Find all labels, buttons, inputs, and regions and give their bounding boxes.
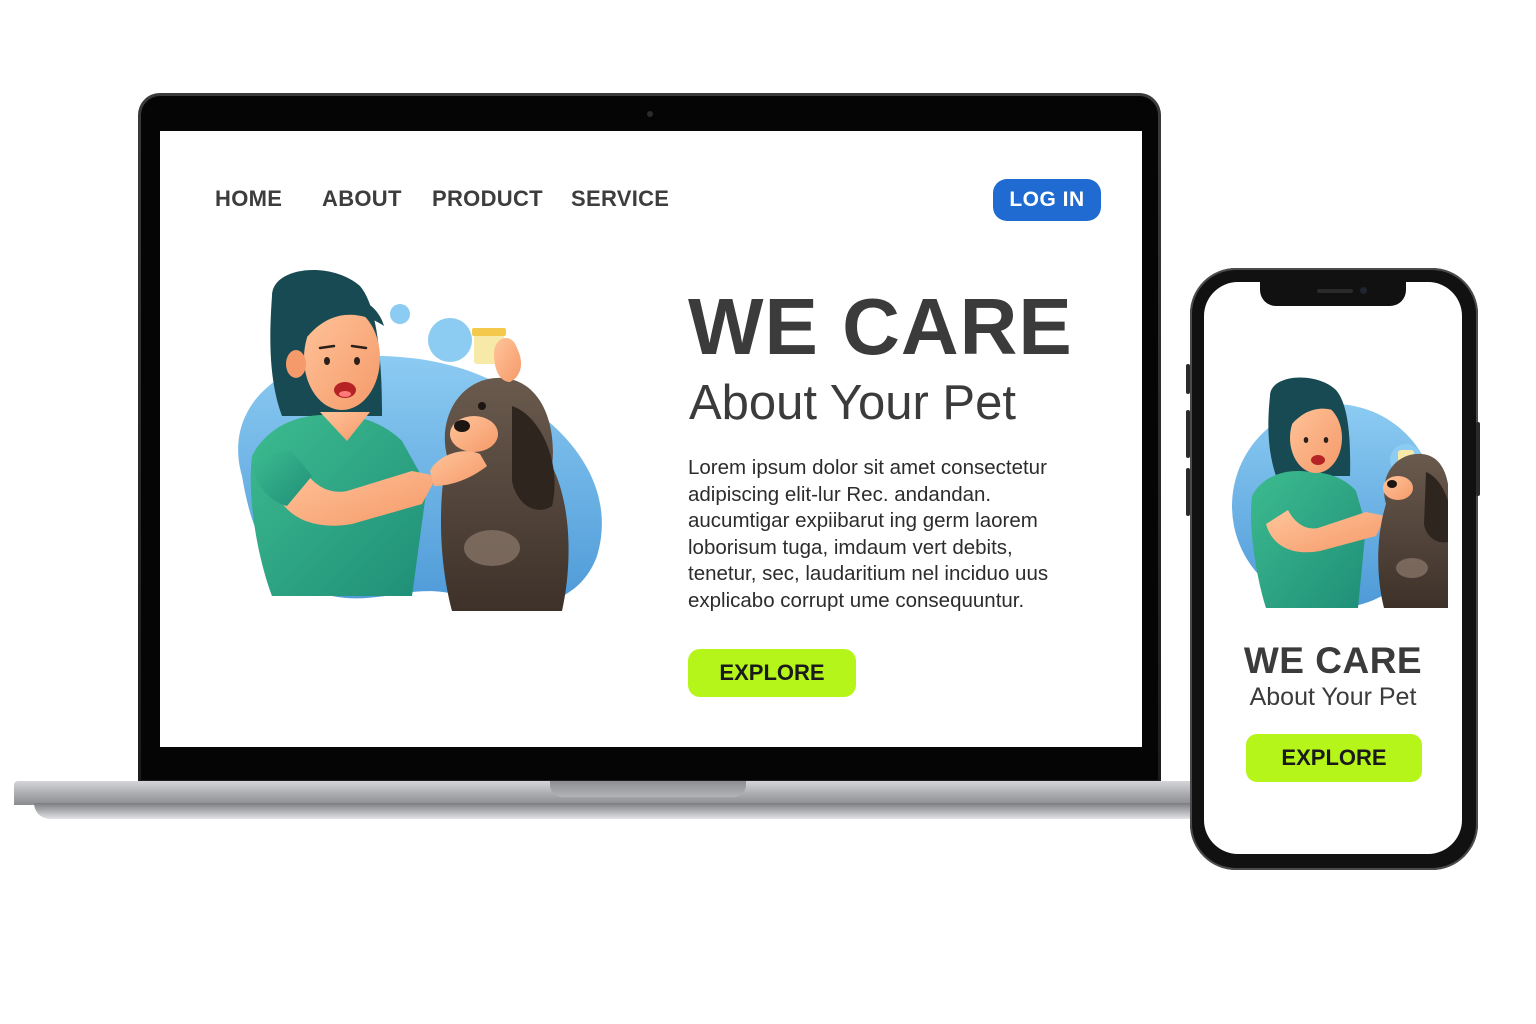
nav-home-link[interactable]: HOME	[215, 186, 282, 212]
nav-product-link[interactable]: PRODUCT	[432, 186, 543, 212]
phone-notch	[1260, 282, 1406, 306]
phone-speaker	[1317, 289, 1353, 293]
hero-body-text: Lorem ipsum dolor sit amet consectetur a…	[688, 455, 1108, 614]
login-button[interactable]: LOG IN	[993, 179, 1101, 221]
hero-title: WE CARE	[688, 282, 1073, 371]
laptop-base	[14, 781, 1284, 821]
vet-with-dog-illustration-mobile	[1232, 377, 1448, 608]
hero-subtitle: About Your Pet	[689, 376, 1016, 430]
hero-body-line: loborisum tuga, imdaum vert debits,	[688, 535, 1013, 559]
phone-hero-subtitle: About Your Pet	[1249, 683, 1417, 711]
phone-power-button	[1476, 422, 1480, 496]
hero-body-line: Lorem ipsum dolor sit amet consectetur	[688, 456, 1047, 479]
laptop-bezel: HOME ABOUT PRODUCT SERVICE LOG IN WE CAR…	[141, 96, 1158, 780]
phone-device: WE CARE About Your Pet EXPLORE	[1186, 268, 1480, 870]
vet-with-dog-illustration	[238, 269, 602, 611]
phone-camera	[1360, 287, 1367, 294]
explore-button[interactable]: EXPLORE	[688, 649, 856, 697]
nav-about-link[interactable]: ABOUT	[322, 186, 402, 212]
hero-body-line: adipiscing elit-lur Rec. andandan.	[688, 482, 992, 506]
phone-hero-title: WE CARE	[1243, 640, 1423, 681]
hero-body-line: aucumtigar expiibarut ing germ laorem	[688, 509, 1038, 532]
laptop-screen: HOME ABOUT PRODUCT SERVICE LOG IN WE CAR…	[160, 131, 1142, 747]
hero-body-line: explicabo corrupt ume consequuntur.	[688, 588, 1025, 612]
laptop-device: HOME ABOUT PRODUCT SERVICE LOG IN WE CAR…	[138, 93, 1161, 783]
phone-volume-up-button	[1186, 410, 1190, 458]
hero-body-line: tenetur, sec, laudaritium nel inciduo uu…	[688, 562, 1049, 585]
top-navigation: HOME ABOUT PRODUCT SERVICE LOG IN	[160, 131, 1142, 271]
phone-explore-button[interactable]: EXPLORE	[1246, 734, 1422, 782]
phone-screen: WE CARE About Your Pet EXPLORE	[1204, 282, 1462, 854]
laptop-base-bottom	[34, 803, 1264, 819]
laptop-camera	[646, 111, 653, 117]
laptop-opening-notch	[550, 781, 746, 797]
nav-service-link[interactable]: SERVICE	[571, 186, 669, 212]
phone-mute-switch	[1186, 364, 1190, 394]
phone-volume-down-button	[1186, 468, 1190, 516]
